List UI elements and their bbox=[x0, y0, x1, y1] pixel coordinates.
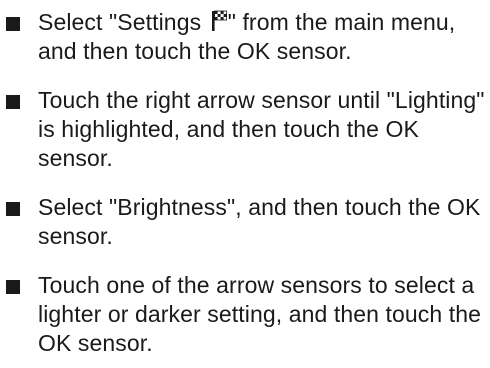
settings-flag-icon bbox=[211, 10, 227, 31]
square-bullet-icon bbox=[6, 17, 20, 31]
instruction-step-2: Touch the right arrow sensor until "Ligh… bbox=[0, 86, 490, 173]
instruction-step-3: Select "Brightness", and then touch the … bbox=[0, 193, 490, 251]
step-3-text: Select "Brightness", and then touch the … bbox=[38, 194, 481, 249]
square-bullet-icon bbox=[6, 280, 20, 294]
instruction-list: Select "Settings " from the main menu, a… bbox=[0, 0, 490, 358]
instruction-step-4: Touch one of the arrow sensors to select… bbox=[0, 271, 490, 358]
instruction-step-1: Select "Settings " from the main menu, a… bbox=[0, 8, 490, 66]
step-2-text: Touch the right arrow sensor until "Ligh… bbox=[38, 87, 485, 171]
step-4-text: Touch one of the arrow sensors to select… bbox=[38, 272, 482, 356]
square-bullet-icon bbox=[6, 95, 20, 109]
step-1-text-start: Select "Settings bbox=[38, 9, 208, 35]
square-bullet-icon bbox=[6, 202, 20, 216]
